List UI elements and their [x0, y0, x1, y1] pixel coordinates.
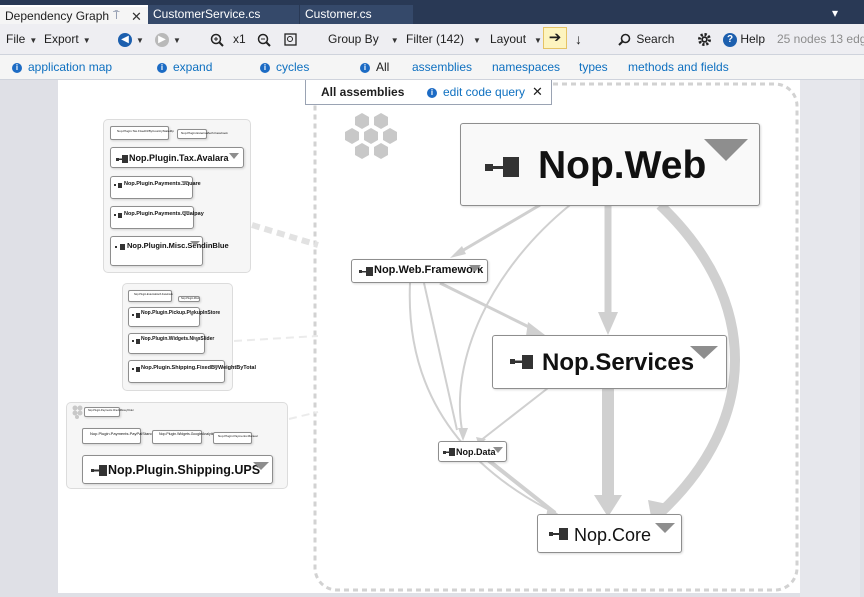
assembly-icon: [114, 183, 122, 188]
node-plugin-payments-qualpay[interactable]: Nop.Plugin.Payments.Qualpay: [110, 206, 204, 229]
assembly-icon: [549, 528, 568, 540]
edit-code-query-label: edit code query: [443, 85, 526, 99]
hexagon-group-icon: [345, 113, 397, 159]
node-label: Nop.Web.Framework: [374, 264, 484, 276]
assembly-icon: [132, 313, 140, 318]
node-plugin-misc-sendinblue[interactable]: Nop.Plugin.Misc.SendinBlue: [110, 236, 229, 266]
node-nop-services[interactable]: Nop.Services: [492, 335, 727, 389]
node-plugin-tax-avalara[interactable]: Nop.Plugin.Tax.Avalara: [110, 147, 244, 168]
assembly-icon: [116, 155, 128, 163]
chevron-down-icon[interactable]: [469, 265, 481, 272]
query-popup: All assemblies i edit code query ✕: [305, 80, 552, 105]
chevron-down-icon[interactable]: [194, 338, 200, 342]
node-plugin-checkmoneyorder[interactable]: Nop.Plugin.Payments.CheckMoneyOrder: [84, 407, 134, 417]
assembly-icon: [443, 448, 455, 456]
node-label: Nop.Plugin.Misc: [181, 297, 200, 300]
close-icon[interactable]: ✕: [532, 84, 543, 100]
assembly-icon: [115, 244, 125, 250]
node-plugin-pickup[interactable]: Nop.Plugin.Pickup.PickupInStore: [128, 307, 221, 327]
node-plugin-externalauth-2[interactable]: Nop.Plugin.ExternalAuth.Facebook: [128, 290, 173, 302]
assembly-icon: [132, 367, 140, 372]
assembly-icon: [91, 465, 107, 476]
node-plugin-misc-tiny[interactable]: Nop.Plugin.Misc: [178, 296, 200, 302]
node-label: Nop.Plugin.Shipping.FixedByWeightByTotal: [141, 365, 256, 371]
hexagon-group-icon: [72, 405, 83, 419]
edge-group1-to-cluster: [251, 222, 319, 248]
query-title: All assemblies: [321, 85, 405, 99]
chevron-down-icon[interactable]: [253, 462, 269, 470]
node-label: Nop.Plugin.Widgets.NivoSlider: [141, 336, 215, 342]
assembly-icon: [510, 355, 533, 369]
edge-group2-to-cluster: [233, 335, 319, 342]
node-nop-data[interactable]: Nop.Data: [438, 441, 507, 462]
node-label: Nop.Services: [542, 349, 695, 376]
assembly-icon: [132, 339, 140, 344]
node-label: Nop.Plugin.Shipping.UPS: [108, 463, 261, 477]
node-nop-core[interactable]: Nop.Core: [537, 514, 682, 553]
chevron-down-icon[interactable]: [229, 153, 239, 159]
node-plugin-shipping-ups[interactable]: Nop.Plugin.Shipping.UPS: [82, 455, 273, 484]
node-plugin-widgets-nivoslider[interactable]: Nop.Plugin.Widgets.NivoSlider: [128, 333, 215, 354]
node-label: Nop.Web: [538, 144, 707, 187]
node-label: Nop.Plugin.ExternalAuth.Facebook: [181, 131, 228, 135]
chevron-down-icon[interactable]: [189, 312, 195, 316]
chevron-down-icon[interactable]: [190, 241, 200, 246]
node-plugin-paypal[interactable]: Nop.Plugin.Payments.PayPalStandard: [82, 428, 159, 444]
node-label: Nop.Plugin.Payments.Square: [124, 181, 201, 187]
node-plugin-payments-manual[interactable]: Nop.Plugin.Payments.Manual: [213, 432, 258, 444]
node-nop-web-framework[interactable]: Nop.Web.Framework: [351, 259, 488, 283]
node-label: Nop.Plugin.Payments.Manual: [218, 434, 258, 438]
node-label: Nop.Plugin.Payments.CheckMoneyOrder: [88, 409, 134, 412]
chevron-down-icon[interactable]: [182, 211, 190, 215]
node-plugin-externalauth[interactable]: Nop.Plugin.ExternalAuth.Facebook: [177, 129, 228, 139]
assembly-icon: [359, 267, 373, 276]
node-plugin-shipping-fixedbyweight[interactable]: Nop.Plugin.Shipping.FixedByWeightByTotal: [128, 360, 256, 383]
chevron-down-icon[interactable]: [704, 139, 748, 161]
node-label: Nop.Plugin.Payments.Qualpay: [124, 211, 204, 217]
chevron-down-icon[interactable]: [690, 346, 718, 359]
edit-code-query-link[interactable]: i edit code query: [427, 85, 525, 99]
node-label: Nop.Plugin.ExternalAuth.Facebook: [134, 293, 173, 296]
node-label: Nop.Plugin.Tax.Avalara: [129, 153, 229, 163]
chevron-down-icon[interactable]: [655, 523, 675, 533]
chevron-down-icon[interactable]: [181, 181, 189, 185]
node-plugin-payments-square[interactable]: Nop.Plugin.Payments.Square: [110, 176, 201, 199]
node-plugin-googleanalytics[interactable]: Nop.Plugin.Widgets.GoogleAnalytics: [152, 430, 217, 444]
node-label: Nop.Plugin.Tax.FixedOrByCountryStateZip: [117, 129, 174, 133]
chevron-down-icon[interactable]: [213, 365, 219, 369]
node-label: Nop.Plugin.Misc.SendinBlue: [127, 241, 229, 250]
node-nop-web[interactable]: Nop.Web: [460, 123, 760, 206]
assembly-icon: [485, 157, 519, 177]
node-label: Nop.Plugin.Payments.PayPalStandard: [90, 431, 159, 436]
info-icon: i: [427, 87, 437, 98]
chevron-down-icon[interactable]: [493, 447, 503, 453]
node-plugin-tax-fixed[interactable]: Nop.Plugin.Tax.FixedOrByCountryStateZip: [110, 126, 174, 140]
node-label: Nop.Data: [456, 447, 496, 457]
assembly-icon: [114, 213, 122, 218]
node-label: Nop.Plugin.Widgets.GoogleAnalytics: [159, 432, 217, 436]
node-label: Nop.Core: [574, 525, 652, 545]
node-label: Nop.Plugin.Pickup.PickupInStore: [141, 310, 221, 316]
